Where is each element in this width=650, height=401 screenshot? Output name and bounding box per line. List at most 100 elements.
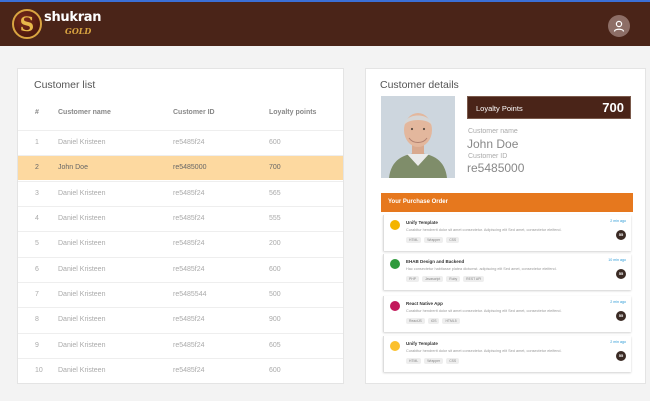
purchase-order-item[interactable]: Unify Template Curabitur hendrerit dolor …	[383, 215, 631, 251]
customer-name-value: John Doe	[467, 137, 519, 151]
customer-row[interactable]: 9 Daniel Kristeen re5485f24 605	[18, 333, 343, 358]
customer-name-cell: Daniel Kristeen	[58, 139, 106, 146]
brand-logo[interactable]: S	[12, 9, 42, 39]
tag-chip[interactable]: HTML	[406, 237, 422, 243]
customer-name-cell: Daniel Kristeen	[58, 266, 106, 273]
order-badge[interactable]: 55	[616, 269, 626, 279]
tag-chip[interactable]: Wrapper	[424, 237, 444, 243]
order-description: Curabitur hendrerit dolor sit amet conse…	[406, 309, 562, 313]
purchase-order-title: Your Purchase Order	[388, 199, 448, 205]
order-badge[interactable]: 55	[616, 230, 626, 240]
tag-chip[interactable]: ReactJS	[406, 318, 425, 324]
customer-row[interactable]: 6 Daniel Kristeen re5485f24 600	[18, 257, 343, 282]
purchase-order-header: Your Purchase Order	[381, 193, 633, 212]
project-logo-icon	[390, 341, 400, 351]
customer-row[interactable]: 2 John Doe re5485000 700	[18, 155, 343, 180]
column-header-id: Customer ID	[173, 109, 215, 116]
customer-row[interactable]: 8 Daniel Kristeen re5485f24 900	[18, 307, 343, 332]
tag-chip[interactable]: iOS	[427, 318, 440, 324]
tag-chip[interactable]: CSS	[446, 237, 460, 243]
project-logo-icon	[390, 259, 400, 269]
order-description: Curabitur hendrerit dolor sit amet conse…	[406, 349, 562, 353]
loyalty-points-cell: 600	[269, 367, 281, 374]
customer-id-cell: re5485f24	[173, 190, 205, 197]
tag-chip[interactable]: PHP	[406, 276, 419, 282]
order-title: Unify Template	[406, 341, 438, 346]
customer-row[interactable]: 4 Daniel Kristeen re5485f24 555	[18, 206, 343, 231]
order-tags: ReactJS iOS HTML5	[406, 318, 463, 324]
order-time: 10 min ago	[608, 258, 626, 262]
purchase-order-item[interactable]: React Native App Curabitur hendrerit dolo…	[383, 296, 631, 332]
loyalty-points-cell: 500	[269, 291, 281, 298]
tag-chip[interactable]: Javascript	[421, 276, 444, 282]
loyalty-points-cell: 600	[269, 139, 281, 146]
customer-id-cell: re5485f24	[173, 316, 205, 323]
loyalty-points-cell: 555	[269, 215, 281, 222]
loyalty-points-value: 700	[602, 100, 624, 115]
user-menu-button[interactable]	[608, 15, 630, 37]
tag-chip[interactable]: Ruby	[446, 276, 461, 282]
row-number: 9	[35, 342, 39, 349]
brand-name: shukran	[44, 10, 102, 25]
brand-sub: GOLD	[65, 26, 92, 36]
customer-row[interactable]: 3 Daniel Kristeen re5485f24 565	[18, 181, 343, 206]
order-badge[interactable]: 55	[616, 351, 626, 361]
column-header-points: Loyalty points	[269, 109, 317, 116]
customer-name-cell: Daniel Kristeen	[58, 342, 106, 349]
row-number: 7	[35, 291, 39, 298]
customer-details-title: Customer details	[380, 79, 459, 91]
order-badge[interactable]: 55	[616, 311, 626, 321]
loyalty-points-cell: 605	[269, 342, 281, 349]
order-tags: HTML Wrapper CSS	[406, 237, 462, 243]
customer-id-cell: re5485f24	[173, 240, 205, 247]
project-logo-icon	[390, 220, 400, 230]
order-tags: PHP Javascript Ruby REST API	[406, 276, 487, 282]
order-tags: HTML Wrapper CSS	[406, 358, 462, 364]
tag-chip[interactable]: HTML	[406, 358, 422, 364]
purchase-order-item[interactable]: Unify Template Curabitur hendrerit dolor …	[383, 336, 631, 372]
loyalty-points-cell: 200	[269, 240, 281, 247]
loyalty-points-label: Loyalty Points	[476, 104, 523, 113]
customer-id-label: Customer ID	[468, 153, 508, 160]
customer-row[interactable]: 10 Daniel Kristeen re5485f24 600	[18, 358, 343, 383]
customer-id-cell: re5485f24	[173, 367, 205, 374]
purchase-order-item[interactable]: EHAB Design and Backend Hac consectetur h…	[383, 254, 631, 290]
tag-chip[interactable]: HTML5	[442, 318, 460, 324]
order-title: EHAB Design and Backend	[406, 259, 465, 264]
customer-row[interactable]: 1 Daniel Kristeen re5485f24 600	[18, 130, 343, 155]
customer-name-cell: John Doe	[58, 164, 88, 171]
loyalty-points-cell: 600	[269, 266, 281, 273]
customer-id-cell: re5485f24	[173, 342, 205, 349]
customer-name-label: Customer name	[468, 128, 518, 135]
order-title: Unify Template	[406, 220, 438, 225]
row-number: 1	[35, 139, 39, 146]
customer-row[interactable]: 7 Daniel Kristeen re5485544 500	[18, 282, 343, 307]
customer-row[interactable]: 5 Daniel Kristeen re5485f24 200	[18, 231, 343, 256]
loyalty-points-cell: 900	[269, 316, 281, 323]
tag-chip[interactable]: Wrapper	[424, 358, 444, 364]
row-number: 3	[35, 190, 39, 197]
customer-list-title: Customer list	[34, 79, 96, 91]
customer-id-cell: re5485544	[173, 291, 207, 298]
customer-name-cell: Daniel Kristeen	[58, 316, 106, 323]
top-bar: S shukran GOLD	[0, 0, 650, 46]
column-header-number: #	[35, 109, 39, 116]
order-description: Hac consectetur habitasse platea dictums…	[406, 267, 557, 271]
row-number: 10	[35, 367, 43, 374]
customer-name-cell: Daniel Kristeen	[58, 367, 106, 374]
column-header-name: Customer name	[58, 109, 111, 116]
row-number: 8	[35, 316, 39, 323]
loyalty-points-panel: Loyalty Points 700	[467, 96, 631, 119]
user-icon	[613, 20, 625, 32]
customer-id-cell: re5485000	[173, 164, 207, 171]
order-title: React Native App	[406, 301, 443, 306]
row-number: 4	[35, 215, 39, 222]
row-number: 6	[35, 266, 39, 273]
order-time: 2 min ago	[610, 219, 626, 223]
tag-chip[interactable]: REST API	[463, 276, 485, 282]
customer-id-cell: re5485f24	[173, 139, 205, 146]
customer-id-value: re5485000	[467, 161, 525, 175]
loyalty-points-cell: 565	[269, 190, 281, 197]
tag-chip[interactable]: CSS	[446, 358, 460, 364]
project-logo-icon	[390, 301, 400, 311]
